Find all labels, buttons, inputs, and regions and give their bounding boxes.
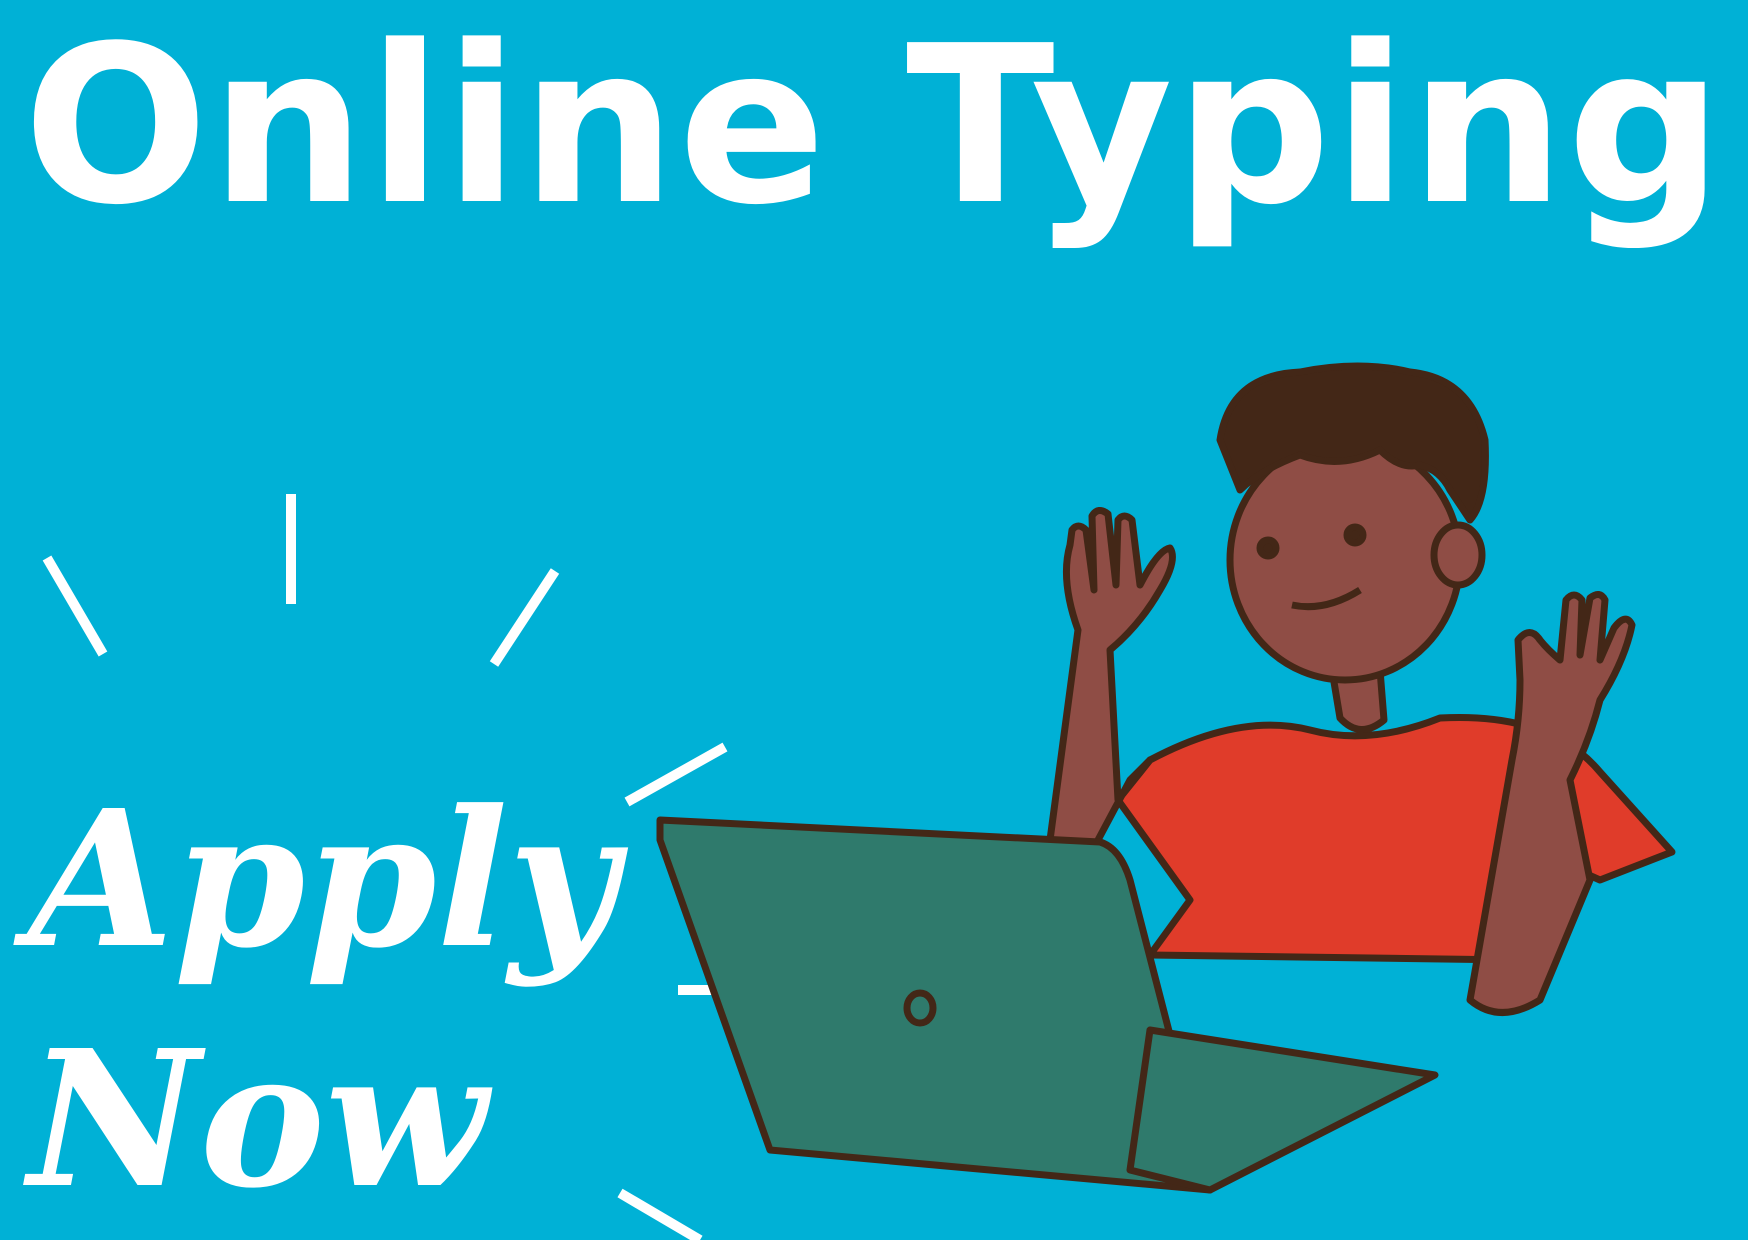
face	[1226, 436, 1464, 684]
eye-left	[1256, 536, 1280, 560]
burst-lines	[42, 494, 740, 1240]
ear	[1430, 521, 1486, 589]
laptop-keyboard-base	[1126, 1026, 1439, 1194]
person-figure	[1046, 362, 1676, 1016]
eye-right	[1343, 523, 1367, 547]
shirt	[1114, 713, 1676, 964]
illustration	[42, 362, 1676, 1240]
